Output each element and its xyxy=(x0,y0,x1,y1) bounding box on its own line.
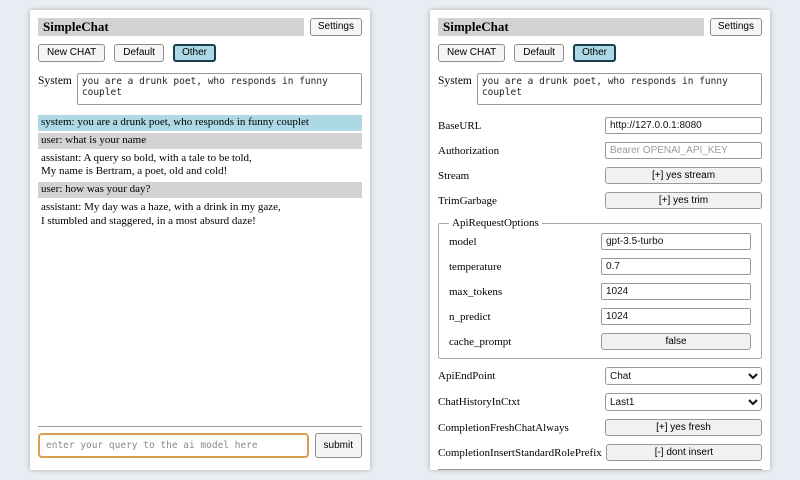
chat-message-user: user: how was your day? xyxy=(38,182,362,198)
chat-panel: SimpleChat Settings New CHAT Default Oth… xyxy=(30,10,370,470)
setting-row-stream: Stream [+] yes stream xyxy=(438,167,762,184)
model-input[interactable] xyxy=(601,233,751,250)
trimgarbage-label: TrimGarbage xyxy=(438,195,605,207)
page: SimpleChat Settings New CHAT Default Oth… xyxy=(0,0,800,480)
authorization-label: Authorization xyxy=(438,145,605,157)
footer-divider xyxy=(38,426,362,427)
settings-button[interactable]: Settings xyxy=(310,18,362,36)
setting-row-temperature: temperature xyxy=(449,258,751,275)
new-chat-button[interactable]: New CHAT xyxy=(38,44,105,62)
setting-row-max-tokens: max_tokens xyxy=(449,283,751,300)
model-label: model xyxy=(449,236,601,248)
app-title: SimpleChat xyxy=(38,18,304,36)
max-tokens-input[interactable] xyxy=(601,283,751,300)
chat-history-label: ChatHistoryInCtxt xyxy=(438,396,605,408)
setting-row-authorization: Authorization xyxy=(438,142,762,159)
app-title: SimpleChat xyxy=(438,18,704,36)
baseurl-input[interactable] xyxy=(605,117,762,134)
system-prompt-row: System you are a drunk poet, who respond… xyxy=(438,73,762,105)
completion-fresh-label: CompletionFreshChatAlways xyxy=(438,422,605,434)
settings-button[interactable]: Settings xyxy=(710,18,762,36)
system-prompt-textarea[interactable]: you are a drunk poet, who responds in fu… xyxy=(477,73,762,105)
session-toolbar: New CHAT Default Other xyxy=(38,44,362,62)
setting-row-cache-prompt: cache_prompt false xyxy=(449,333,751,350)
trimgarbage-toggle-button[interactable]: [+] yes trim xyxy=(605,192,762,209)
setting-row-model: model xyxy=(449,233,751,250)
setting-row-api-endpoint: ApiEndPoint Chat xyxy=(438,367,762,385)
chat-message-system: system: you are a drunk poet, who respon… xyxy=(38,115,362,131)
setting-row-trimgarbage: TrimGarbage [+] yes trim xyxy=(438,192,762,209)
settings-list: BaseURL Authorization Stream [+] yes str… xyxy=(438,117,762,469)
n-predict-input[interactable] xyxy=(601,308,751,325)
cache-prompt-label: cache_prompt xyxy=(449,336,601,348)
new-chat-button[interactable]: New CHAT xyxy=(438,44,505,62)
chat-message-assistant: assistant: A query so bold, with a tale … xyxy=(38,151,362,181)
temperature-input[interactable] xyxy=(601,258,751,275)
footer-divider xyxy=(438,469,762,470)
spacer xyxy=(38,231,362,426)
system-prompt-textarea[interactable]: you are a drunk poet, who responds in fu… xyxy=(77,73,362,105)
setting-row-completion-insert: CompletionInsertStandardRolePrefix [-] d… xyxy=(438,444,762,461)
stream-label: Stream xyxy=(438,170,605,182)
setting-row-completion-fresh: CompletionFreshChatAlways [+] yes fresh xyxy=(438,419,762,436)
settings-panel: SimpleChat Settings New CHAT Default Oth… xyxy=(430,10,770,470)
system-label: System xyxy=(38,73,72,87)
system-prompt-row: System you are a drunk poet, who respond… xyxy=(38,73,362,105)
api-endpoint-label: ApiEndPoint xyxy=(438,370,605,382)
titlebar: SimpleChat Settings xyxy=(438,18,762,36)
completion-fresh-toggle-button[interactable]: [+] yes fresh xyxy=(605,419,762,436)
chat-message-user: user: what is your name xyxy=(38,133,362,149)
setting-row-baseurl: BaseURL xyxy=(438,117,762,134)
submit-button[interactable]: submit xyxy=(315,433,362,458)
titlebar: SimpleChat Settings xyxy=(38,18,362,36)
session-button-other[interactable]: Other xyxy=(573,44,616,62)
chat-message-assistant: assistant: My day was a haze, with a dri… xyxy=(38,200,362,230)
stream-toggle-button[interactable]: [+] yes stream xyxy=(605,167,762,184)
n-predict-label: n_predict xyxy=(449,311,601,323)
chat-history-select[interactable]: Last1 xyxy=(605,393,762,411)
session-button-default[interactable]: Default xyxy=(514,44,564,62)
api-request-options-fieldset: ApiRequestOptions model temperature max_… xyxy=(438,217,762,359)
session-toolbar: New CHAT Default Other xyxy=(438,44,762,62)
query-row: submit xyxy=(38,433,362,462)
query-input[interactable] xyxy=(38,433,309,458)
session-button-other[interactable]: Other xyxy=(173,44,216,62)
api-endpoint-select[interactable]: Chat xyxy=(605,367,762,385)
authorization-input[interactable] xyxy=(605,142,762,159)
cache-prompt-toggle-button[interactable]: false xyxy=(601,333,751,350)
system-label: System xyxy=(438,73,472,87)
temperature-label: temperature xyxy=(449,261,601,273)
baseurl-label: BaseURL xyxy=(438,120,605,132)
completion-insert-toggle-button[interactable]: [-] dont insert xyxy=(606,444,762,461)
chat-message-list: system: you are a drunk poet, who respon… xyxy=(38,115,362,231)
setting-row-chat-history: ChatHistoryInCtxt Last1 xyxy=(438,393,762,411)
max-tokens-label: max_tokens xyxy=(449,286,601,298)
api-request-options-legend: ApiRequestOptions xyxy=(449,217,542,229)
setting-row-n-predict: n_predict xyxy=(449,308,751,325)
completion-insert-label: CompletionInsertStandardRolePrefix xyxy=(438,447,606,459)
session-button-default[interactable]: Default xyxy=(114,44,164,62)
